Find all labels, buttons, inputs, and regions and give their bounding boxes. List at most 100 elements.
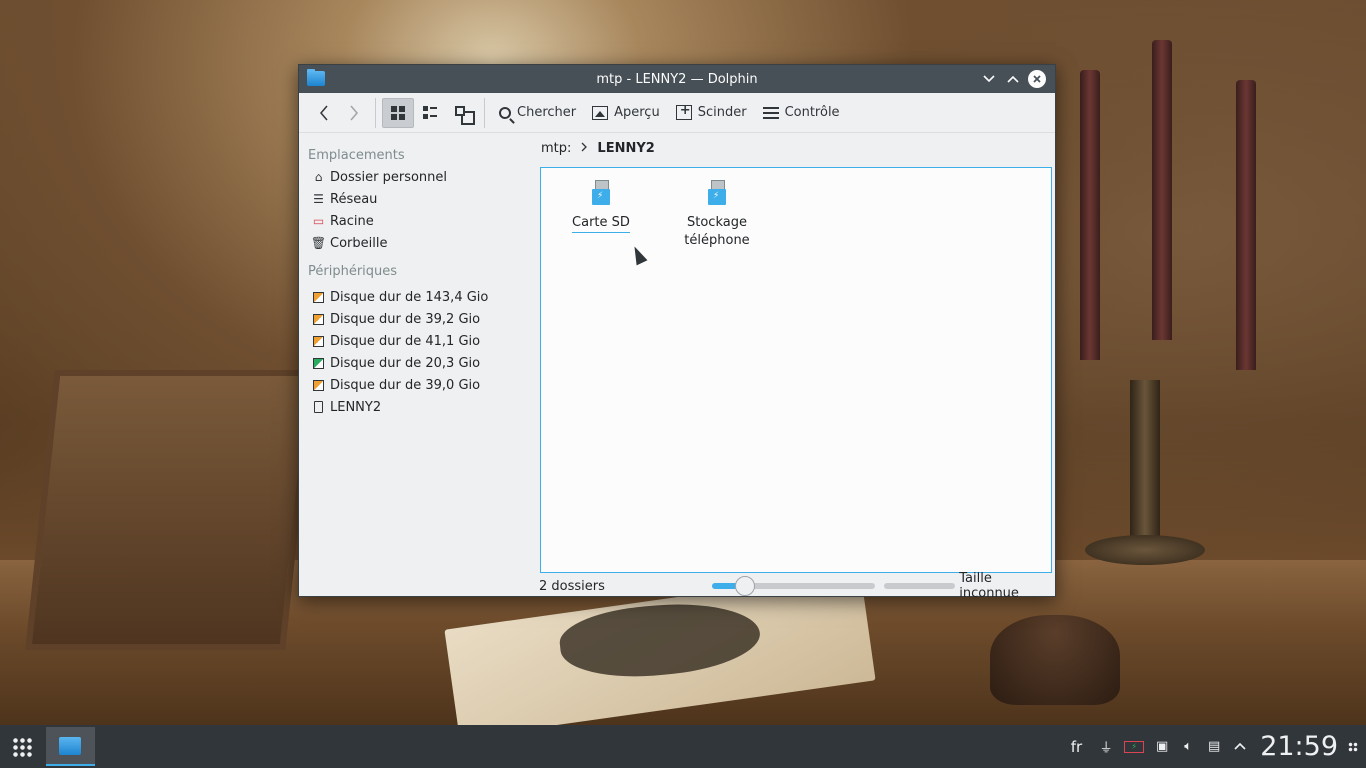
sidebar-item-label: Disque dur de 20,3 Gio bbox=[330, 355, 481, 371]
task-item-dolphin[interactable] bbox=[46, 727, 95, 766]
system-tray: fr ⏚ ⚡ ▣ 🔈︎ ▤ 21:59 bbox=[1071, 725, 1366, 768]
wallpaper-candelabra-base bbox=[1085, 535, 1205, 565]
sidebar-item-label: Disque dur de 39,0 Gio bbox=[330, 377, 481, 393]
network-monitor-icon[interactable]: ▣ bbox=[1154, 739, 1170, 754]
maximize-button[interactable] bbox=[1004, 70, 1022, 88]
digital-clock[interactable]: 21:59 bbox=[1260, 731, 1338, 762]
close-icon bbox=[1033, 75, 1041, 83]
arrow-left-icon bbox=[320, 105, 328, 120]
sidebar-item-trash[interactable]: 🗑︎ Corbeille bbox=[299, 232, 529, 254]
arrow-right-icon bbox=[350, 105, 358, 120]
forward-button[interactable] bbox=[339, 98, 369, 128]
folder-item-phone-storage[interactable]: ⚡ Stockage téléphone bbox=[667, 180, 767, 250]
sidebar-item-label: Réseau bbox=[330, 191, 378, 207]
places-group-title: Emplacements bbox=[308, 148, 405, 163]
hamburger-menu-icon bbox=[762, 105, 779, 121]
split-button[interactable]: Scinder bbox=[668, 98, 755, 128]
icons-view-icon bbox=[390, 105, 406, 121]
sidebar-item-root[interactable]: ▭ Racine bbox=[299, 210, 529, 232]
clipboard-icon[interactable]: ▤ bbox=[1206, 739, 1222, 754]
window-title: mtp - LENNY2 — Dolphin bbox=[596, 71, 758, 87]
home-icon: ⌂ bbox=[314, 170, 323, 184]
wallpaper-pot bbox=[990, 615, 1120, 705]
sidebar-item-disk-41[interactable]: Disque dur de 41,1 Gio bbox=[299, 330, 529, 352]
split-view-icon bbox=[675, 103, 692, 120]
app-launcher-grid-icon[interactable] bbox=[12, 737, 32, 757]
status-bar: 2 dossiers Taille inconnue bbox=[539, 571, 1055, 601]
status-folder-count: 2 dossiers bbox=[539, 578, 605, 594]
folder-label: Carte SD bbox=[572, 214, 630, 233]
zoom-slider-handle[interactable] bbox=[734, 576, 755, 596]
preview-button[interactable]: Aperçu bbox=[584, 98, 668, 128]
sidebar-item-label: Disque dur de 41,1 Gio bbox=[330, 333, 481, 349]
usb-device-icon[interactable]: ⏚ bbox=[1098, 737, 1114, 756]
details-view-button[interactable] bbox=[446, 98, 478, 128]
keyboard-layout-indicator[interactable]: fr bbox=[1071, 738, 1082, 756]
chevron-up-icon[interactable] bbox=[1232, 739, 1248, 754]
close-button[interactable] bbox=[1028, 70, 1046, 88]
devices-group-title: Périphériques bbox=[308, 264, 398, 279]
chevron-down-icon bbox=[983, 75, 995, 83]
sidebar-item-disk-39-2[interactable]: Disque dur de 39,2 Gio bbox=[299, 308, 529, 330]
volume-icon[interactable]: 🔈︎ bbox=[1180, 739, 1196, 754]
free-space-bar bbox=[883, 583, 956, 589]
folder-app-icon[interactable] bbox=[307, 69, 325, 86]
places-group: Emplacements ⌂ Dossier personnel ☰ Résea… bbox=[299, 146, 529, 254]
sidebar-item-home[interactable]: ⌂ Dossier personnel bbox=[299, 166, 529, 188]
hard-disk-icon bbox=[312, 313, 325, 326]
minimize-button[interactable] bbox=[980, 70, 998, 88]
file-view[interactable]: ⚡ Carte SD ⚡ Stockage téléphone bbox=[540, 167, 1052, 573]
wallpaper-candle bbox=[1080, 70, 1100, 360]
toolbar-separator bbox=[484, 97, 485, 128]
chevron-right-icon[interactable] bbox=[581, 141, 588, 155]
search-icon bbox=[499, 106, 511, 119]
folder-label: Stockage téléphone bbox=[684, 215, 750, 248]
dolphin-window[interactable]: mtp - LENNY2 — Dolphin Chercher Aperçu +… bbox=[298, 64, 1056, 601]
wallpaper-candelabra bbox=[1130, 380, 1160, 560]
search-button[interactable]: Chercher bbox=[491, 98, 584, 128]
zoom-slider[interactable] bbox=[711, 576, 875, 596]
network-icon: ☰ bbox=[313, 192, 324, 206]
image-preview-icon bbox=[592, 105, 609, 120]
sidebar-item-disk-39-0[interactable]: Disque dur de 39,0 Gio bbox=[299, 374, 529, 396]
main-toolbar: Chercher Aperçu Scinder Contrôle bbox=[299, 93, 1055, 133]
breadcrumb-current[interactable]: LENNY2 bbox=[597, 141, 654, 156]
usb-storage-icon: ⚡ bbox=[707, 180, 727, 208]
free-space-text: Taille inconnue bbox=[959, 571, 1019, 601]
usb-storage-icon: ⚡ bbox=[591, 180, 611, 208]
places-panel: Emplacements ⌂ Dossier personnel ☰ Résea… bbox=[299, 134, 529, 596]
control-menu-button[interactable]: Contrôle bbox=[755, 98, 848, 128]
sidebar-item-label: Racine bbox=[330, 213, 374, 229]
window-titlebar[interactable]: mtp - LENNY2 — Dolphin bbox=[299, 65, 1055, 93]
icons-view-button[interactable] bbox=[382, 97, 414, 128]
compact-view-button[interactable] bbox=[414, 98, 446, 128]
folder-app-icon bbox=[59, 737, 81, 755]
toolbar-separator bbox=[375, 97, 376, 128]
sidebar-item-network[interactable]: ☰ Réseau bbox=[299, 188, 529, 210]
sidebar-item-disk-143[interactable]: Disque dur de 143,4 Gio bbox=[299, 286, 529, 308]
wallpaper-candle bbox=[1152, 40, 1172, 340]
sidebar-item-label: Dossier personnel bbox=[330, 169, 448, 185]
breadcrumb-root[interactable]: mtp: bbox=[541, 141, 571, 156]
wallpaper-candle bbox=[1236, 80, 1256, 370]
hard-disk-icon bbox=[312, 357, 325, 370]
wallpaper-map bbox=[556, 594, 764, 686]
panel-options-grip-icon[interactable] bbox=[1348, 741, 1358, 752]
sidebar-item-label: Disque dur de 39,2 Gio bbox=[330, 311, 481, 327]
split-label: Scinder bbox=[697, 105, 747, 120]
sidebar-item-disk-20[interactable]: Disque dur de 20,3 Gio bbox=[299, 352, 529, 374]
devices-group: Périphériques Disque dur de 143,4 Gio Di… bbox=[299, 262, 529, 418]
phone-icon bbox=[312, 401, 325, 414]
battery-icon[interactable]: ⚡ bbox=[1124, 740, 1145, 753]
search-label: Chercher bbox=[517, 105, 577, 120]
sidebar-item-lenny2[interactable]: LENNY2 bbox=[299, 396, 529, 418]
sidebar-item-label: Disque dur de 143,4 Gio bbox=[330, 289, 489, 305]
wallpaper-box bbox=[25, 370, 315, 650]
compact-view-icon bbox=[422, 105, 438, 121]
hard-disk-icon bbox=[312, 291, 325, 304]
details-view-icon bbox=[454, 105, 470, 121]
control-label: Contrôle bbox=[784, 105, 840, 120]
back-button[interactable] bbox=[309, 98, 339, 128]
folder-item-sd-card[interactable]: ⚡ Carte SD bbox=[551, 180, 651, 233]
taskbar: fr ⏚ ⚡ ▣ 🔈︎ ▤ 21:59 bbox=[0, 725, 1366, 768]
